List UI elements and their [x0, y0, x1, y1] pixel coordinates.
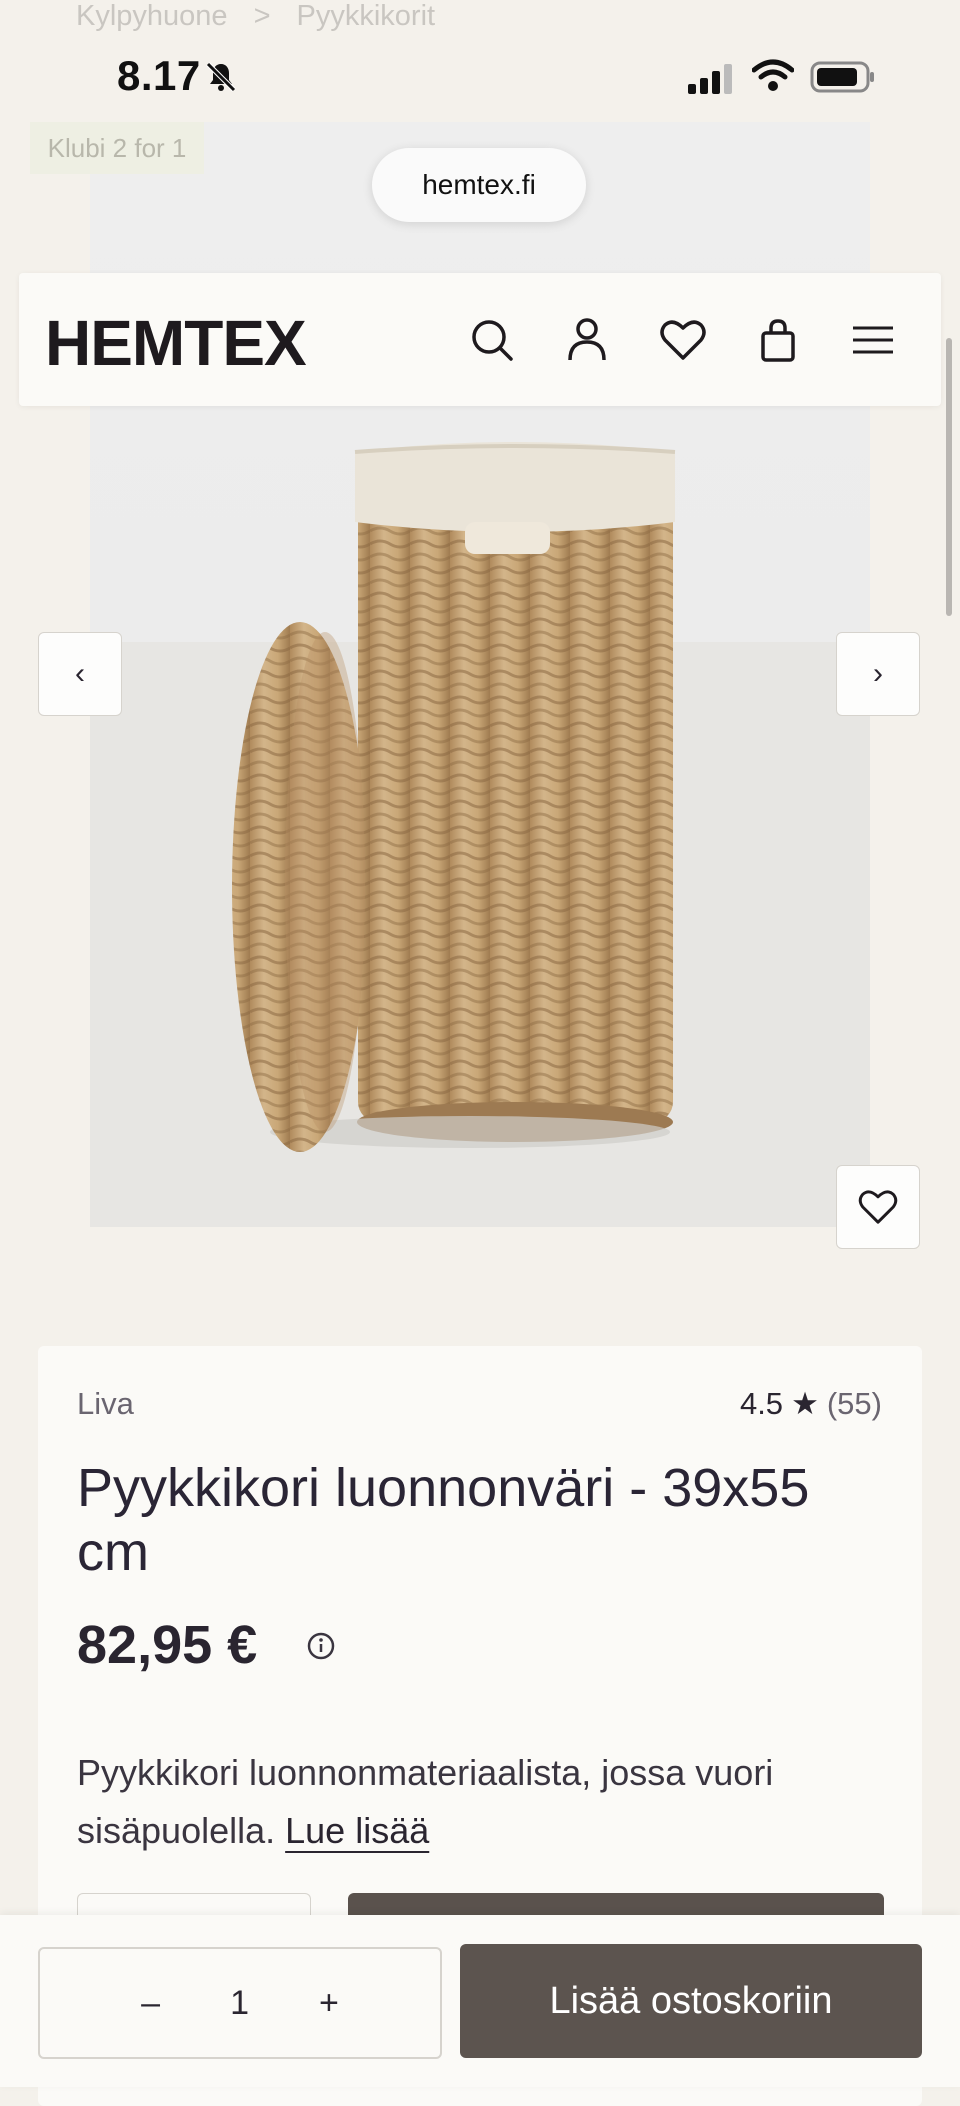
scrollbar[interactable] [946, 338, 952, 616]
promo-badge: Klubi 2 for 1 [30, 122, 204, 174]
url-pill[interactable]: hemtex.fi [372, 148, 586, 222]
breadcrumb-item-pyykkikorit[interactable]: Pyykkikorit [297, 0, 436, 33]
info-icon[interactable] [306, 1631, 336, 1661]
breadcrumb-separator: > [253, 0, 271, 32]
chevron-right-icon: › [873, 657, 883, 690]
bell-muted-icon [206, 62, 236, 92]
quantity-value: 1 [230, 1983, 249, 2022]
battery-icon [810, 61, 874, 93]
carousel-next-button[interactable]: › [836, 632, 920, 716]
status-time: 8.17 [117, 52, 201, 99]
wifi-icon [752, 59, 794, 91]
product-description: Pyykkikori luonnonmateriaalista, jossa v… [77, 1744, 897, 1860]
product-rating[interactable]: 4.5 ★ (55) [740, 1386, 882, 1422]
carousel-prev-button[interactable]: ‹ [38, 632, 122, 716]
heart-icon [858, 1190, 898, 1224]
add-to-wishlist-button[interactable] [836, 1165, 920, 1249]
increase-quantity-button[interactable]: + [319, 1984, 339, 2023]
bag-icon[interactable] [752, 314, 804, 366]
cellular-signal-icon [688, 64, 732, 94]
product-brand[interactable]: Liva [77, 1386, 134, 1422]
account-icon[interactable] [561, 314, 613, 366]
product-price: 82,95 € [77, 1615, 258, 1675]
search-icon[interactable] [466, 314, 518, 366]
add-to-cart-button[interactable]: Lisää ostoskoriin [460, 1944, 922, 2058]
wishlist-icon[interactable] [657, 314, 709, 366]
rating-count: (55) [826, 1386, 882, 1421]
product-title: Pyykkikori luonnonväri - 39x55 cm [77, 1458, 810, 1582]
menu-icon[interactable] [847, 314, 899, 366]
star-icon: ★ [791, 1386, 819, 1421]
chevron-left-icon: ‹ [75, 657, 85, 690]
decrease-quantity-button[interactable]: – [141, 1984, 160, 2023]
quantity-stepper[interactable]: – 1 + [38, 1947, 442, 2059]
breadcrumb-item-kylpyhuone[interactable]: Kylpyhuone [76, 0, 228, 33]
read-more-link[interactable]: Lue lisää [285, 1810, 429, 1851]
hemtex-logo[interactable]: HEMTEX [45, 306, 307, 380]
rating-value: 4.5 [739, 1386, 784, 1421]
breadcrumb[interactable]: Kylpyhuone > Pyykkikorit [76, 0, 435, 33]
